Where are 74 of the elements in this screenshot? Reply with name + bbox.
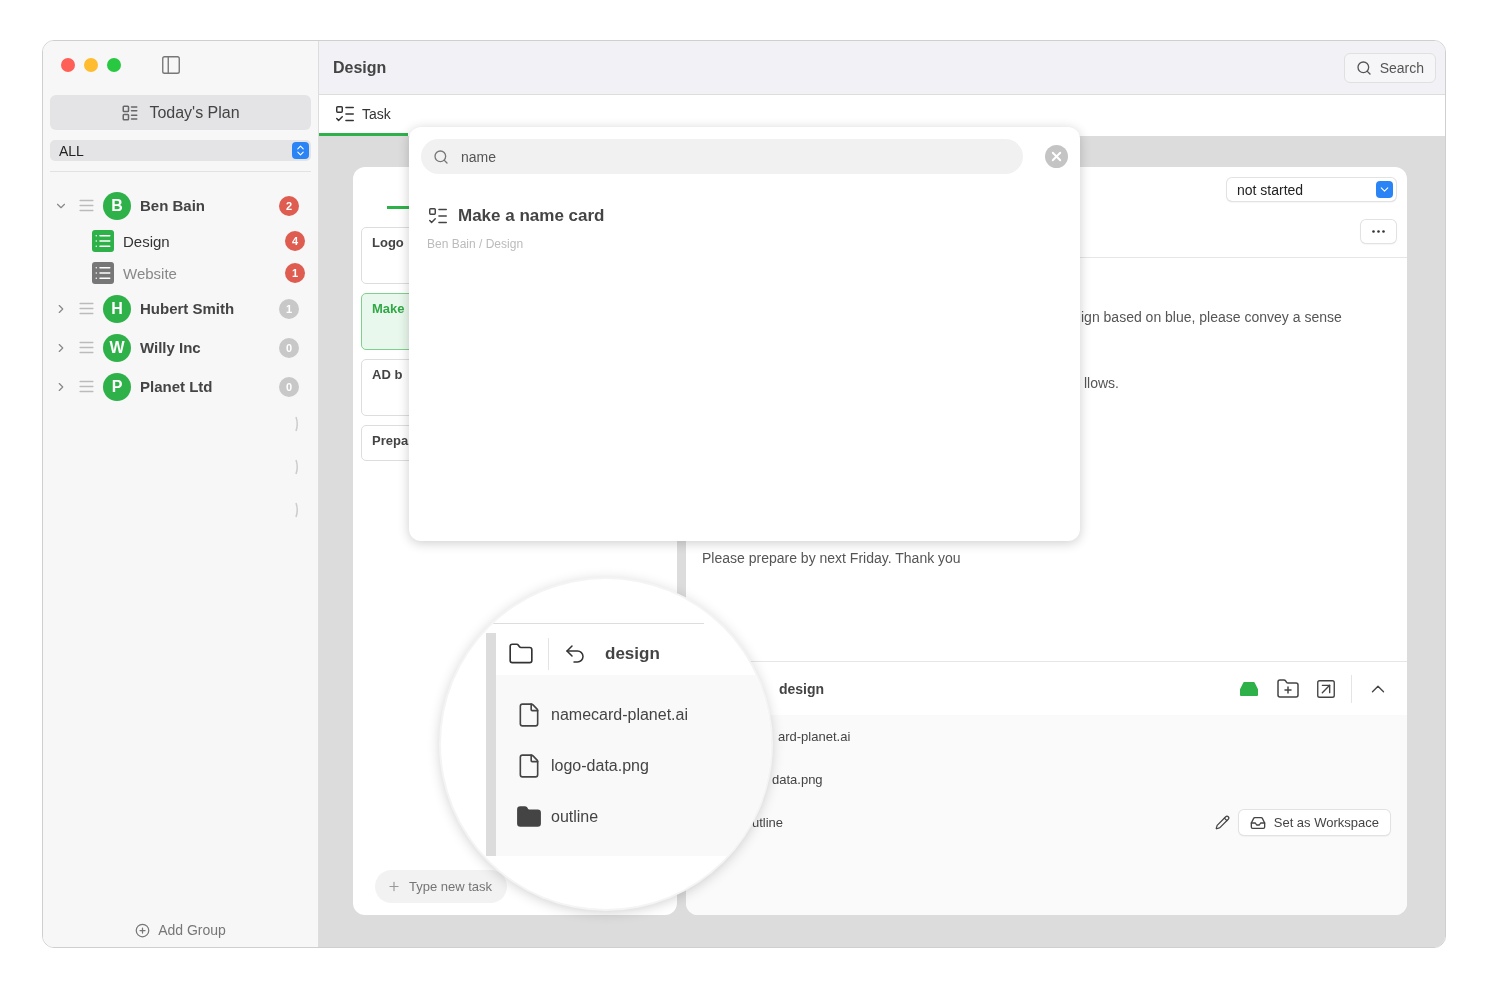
file-name: utline <box>752 815 785 830</box>
group-name: Ben Bain <box>140 197 206 214</box>
file-name: namecard-planet.ai <box>551 705 688 724</box>
more-icon <box>1372 230 1385 233</box>
drag-handle-icon[interactable] <box>78 197 95 214</box>
drag-handle-icon[interactable] <box>78 339 95 356</box>
project-row[interactable]: Website 1 <box>50 257 311 289</box>
group-avatar: P <box>103 372 131 401</box>
project-row[interactable]: Design 4 <box>50 225 311 257</box>
new-task-field[interactable]: Type new task <box>375 870 507 903</box>
back-icon[interactable] <box>563 642 587 666</box>
minimize-button[interactable] <box>84 58 98 72</box>
todays-plan-button[interactable]: Today's Plan <box>50 95 311 130</box>
count-badge: 1 <box>285 263 305 283</box>
group-name: Willy Inc <box>140 339 202 356</box>
project-name: Design <box>123 232 171 250</box>
file-name: outline <box>551 807 599 826</box>
folder-name: design <box>779 680 826 697</box>
drag-handle-icon[interactable] <box>78 300 95 317</box>
new-task-input[interactable]: Type new task <box>407 878 495 895</box>
sidebar-toggle-icon[interactable] <box>160 54 182 76</box>
stepper-icon <box>292 142 309 159</box>
group-avatar: H <box>103 294 131 323</box>
folder-plus-icon <box>1276 676 1300 701</box>
zoom-button[interactable] <box>107 58 121 72</box>
arc-mark <box>295 502 299 518</box>
window-title: Design <box>333 58 387 77</box>
search-input[interactable]: name <box>459 147 1011 166</box>
arc-mark <box>295 416 299 432</box>
tab-underline <box>387 206 409 209</box>
add-group-button[interactable]: Add Group <box>129 921 232 939</box>
more-button[interactable] <box>1361 220 1396 243</box>
search-icon <box>1355 59 1372 76</box>
result-title[interactable]: Make a name card <box>458 206 605 226</box>
file-row[interactable]: namecard-planet.ai <box>496 689 701 740</box>
project-name: Website <box>123 264 178 282</box>
group-avatar: B <box>103 191 131 220</box>
search-field[interactable]: name <box>421 139 1023 174</box>
folder-icon <box>516 803 542 830</box>
inbox-icon <box>1249 814 1266 831</box>
filter-select[interactable]: ALL <box>50 140 311 161</box>
description-text: Please prepare by next Friday. Thank you <box>702 549 962 567</box>
search-icon <box>433 148 449 165</box>
open-external-button[interactable] <box>1315 677 1337 700</box>
dropdown-icon <box>1376 181 1393 198</box>
group-name: Planet Ltd <box>140 378 214 395</box>
drag-handle-icon[interactable] <box>78 378 95 395</box>
file-row[interactable]: outline <box>496 791 701 842</box>
file-name: ard-planet.ai <box>778 729 852 744</box>
group-name: Hubert Smith <box>140 300 236 317</box>
arc-mark <box>295 459 299 475</box>
set-workspace-button[interactable]: Set as Workspace <box>1238 810 1390 835</box>
new-folder-button[interactable] <box>1276 676 1300 701</box>
file-name: data.png <box>772 772 824 787</box>
pencil-icon[interactable] <box>1214 815 1230 830</box>
close-icon <box>1049 149 1064 164</box>
result-path: Ben Bain / Design <box>427 237 525 251</box>
plan-icon <box>121 103 140 122</box>
group-row[interactable]: B Ben Bain 2 <box>50 186 311 225</box>
close-button[interactable] <box>61 58 75 72</box>
external-link-icon <box>1315 677 1337 700</box>
folder-name: design <box>605 644 660 664</box>
close-button[interactable] <box>1045 145 1068 168</box>
group-avatar: W <box>103 333 131 362</box>
file-name: logo-data.png <box>551 756 649 775</box>
status-select[interactable]: not started <box>1227 178 1396 201</box>
count-badge: 2 <box>279 195 299 216</box>
count-badge: 4 <box>285 231 305 251</box>
file-row[interactable]: logo-data.png <box>496 740 701 791</box>
description-text: llows. <box>1084 374 1120 392</box>
plus-icon <box>387 879 401 894</box>
search-button[interactable]: Search <box>1343 52 1436 83</box>
description-text: ign based on blue, please convey a sense <box>1081 308 1343 326</box>
plus-circle-icon <box>135 922 151 938</box>
